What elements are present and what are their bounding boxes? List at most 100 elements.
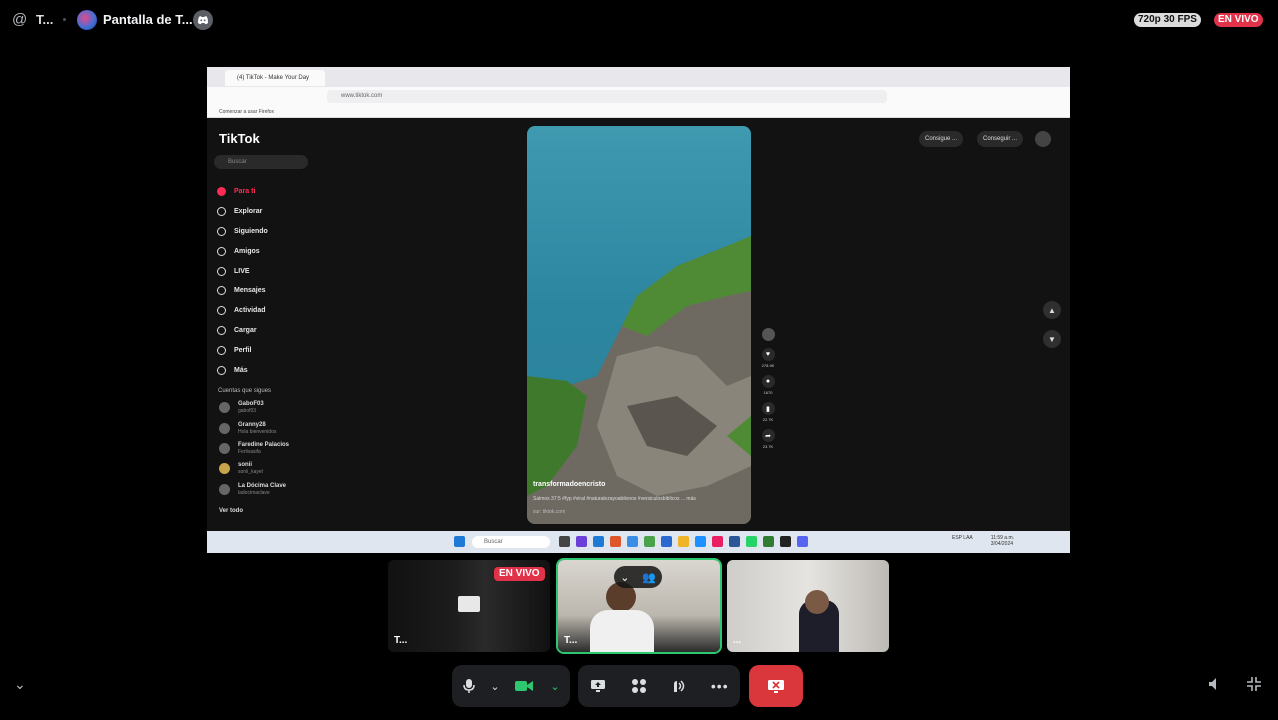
users-icon[interactable]: 👥 <box>642 571 656 584</box>
chevron-up-icon[interactable]: ▲ <box>1043 301 1061 319</box>
get-app-button[interactable]: Conseguir ... <box>977 131 1024 147</box>
browser-tab[interactable]: (4) TikTok - Make Your Day <box>225 70 325 86</box>
account-name: La Dócima Clave <box>238 482 287 489</box>
media-controls: ⌄ ⌄ <box>452 665 570 707</box>
task-view-icon[interactable] <box>559 536 570 547</box>
language-indicator[interactable]: ESP LAA <box>952 535 973 547</box>
video-author[interactable]: transformadoencristo <box>533 481 605 488</box>
nav-item-perfil[interactable]: Perfil <box>217 340 327 360</box>
app-icon[interactable] <box>763 536 774 547</box>
participant-label: T... <box>394 635 408 646</box>
bookmark-button[interactable]: ▮ 22.7K <box>759 402 777 422</box>
taskbar-apps <box>559 536 808 548</box>
nav-label: Amigos <box>234 247 260 255</box>
video-music[interactable]: sur: tiktok.com <box>533 509 565 515</box>
message-icon <box>217 286 226 296</box>
discord-icon[interactable] <box>797 536 808 547</box>
get-coins-button[interactable]: Consigue ... <box>919 131 964 147</box>
activities-icon <box>631 679 646 693</box>
end-stream-button[interactable] <box>749 665 803 707</box>
nav-item-actividad[interactable]: Actividad <box>217 301 327 321</box>
tile-live-badge: EN VIVO <box>494 567 545 581</box>
tiktok-page: TikTok Buscar Para ti Explorar Siguiendo… <box>207 118 1070 531</box>
nav-label: Siguiendo <box>234 227 268 235</box>
chrome-icon[interactable] <box>644 536 655 547</box>
stream-title[interactable]: Pantalla de T... <box>103 12 193 27</box>
browser-tab-strip: (4) TikTok - Make Your Day <box>207 67 1070 87</box>
taskbar-tray: ESP LAA 11:59 a.m. 3/04/2024 <box>952 535 1014 547</box>
separator-dot <box>63 18 66 21</box>
firefox-icon[interactable] <box>610 536 621 547</box>
followed-account[interactable]: La Dócima Clave ladocimaclave <box>219 479 329 499</box>
followed-account[interactable]: GaboF03 gabof03 <box>219 397 329 417</box>
camera-button[interactable] <box>504 668 544 704</box>
taskbar-date[interactable]: 3/04/2024 <box>991 541 1014 547</box>
taskbar-search[interactable]: Buscar <box>472 536 550 548</box>
chevron-down-icon[interactable]: ⌄ <box>620 571 629 584</box>
bookmark-bar[interactable]: Comenzar a usar Firefox <box>207 107 1070 118</box>
following-header: Cuentas que sigues <box>218 388 272 394</box>
participant-tile-camera-2[interactable]: ... <box>727 560 889 652</box>
tiktok-logo[interactable]: TikTok <box>219 131 260 146</box>
video-player[interactable]: transformadoencristo Salmos 37:5 #fyp #v… <box>527 126 751 524</box>
volume-icon[interactable] <box>1207 676 1223 697</box>
video-actions: ♥ 278.9K ● 1670 ▮ 22.7K ➦ 23.7K <box>759 328 777 456</box>
avatar <box>219 462 230 474</box>
avatar <box>219 401 230 413</box>
soundboard-icon <box>674 680 685 692</box>
app-icon[interactable] <box>729 536 740 547</box>
app-icon[interactable] <box>576 536 587 547</box>
comment-icon: ● <box>761 375 775 388</box>
profile-icon <box>217 345 226 355</box>
exit-fullscreen-icon[interactable] <box>1246 676 1262 697</box>
streamer-avatar[interactable] <box>77 10 97 30</box>
chevron-down-icon[interactable]: ▼ <box>1043 330 1061 348</box>
app-icon[interactable] <box>712 536 723 547</box>
nav-item-live[interactable]: LIVE <box>217 261 327 281</box>
nav-item-siguiendo[interactable]: Siguiendo <box>217 222 327 242</box>
share-button[interactable]: ➦ 23.7K <box>759 429 777 449</box>
comment-button[interactable]: ● 1670 <box>759 375 777 395</box>
participant-tile-camera[interactable]: ⌄ 👥 T... <box>556 558 722 654</box>
explorer-icon[interactable] <box>678 536 689 547</box>
like-button[interactable]: ♥ 278.9K <box>759 348 777 368</box>
screen-share-button[interactable] <box>580 668 616 704</box>
mic-button[interactable] <box>452 668 486 704</box>
channel-name[interactable]: T... <box>36 12 53 27</box>
app-icon[interactable] <box>661 536 672 547</box>
windows-start-icon[interactable] <box>454 536 465 547</box>
nav-item-mensajes[interactable]: Mensajes <box>217 281 327 301</box>
edge-icon[interactable] <box>593 536 604 547</box>
creator-avatar[interactable] <box>759 328 777 341</box>
top-bar: @ T... Pantalla de T... 720p 30 FPS EN V… <box>0 0 1278 40</box>
whatsapp-icon[interactable] <box>746 536 757 547</box>
activities-button[interactable] <box>621 668 657 704</box>
mic-options-chevron-icon[interactable]: ⌄ <box>486 668 504 704</box>
account-name: GaboF03 <box>238 400 264 407</box>
app-icon[interactable] <box>627 536 638 547</box>
followed-account[interactable]: Faredine Palacios Ferlivasifa <box>219 438 329 458</box>
more-options-button[interactable]: ••• <box>702 668 738 704</box>
tiktok-search-input[interactable]: Buscar <box>214 155 308 169</box>
nav-item-cargar[interactable]: Cargar <box>217 321 327 341</box>
nav-item-para-ti[interactable]: Para ti <box>217 182 327 202</box>
more-icon <box>217 365 226 375</box>
followed-account[interactable]: Granny28 Hola bienvenidos <box>219 418 329 438</box>
followed-account[interactable]: sonii sonii_kayel <box>219 458 329 478</box>
app-icon[interactable] <box>780 536 791 547</box>
shared-screen[interactable]: (4) TikTok - Make Your Day www.tiktok.co… <box>207 67 1070 553</box>
nav-item-explorar[interactable]: Explorar <box>217 202 327 222</box>
browser-toolbar: www.tiktok.com <box>207 87 1070 107</box>
see-all-link[interactable]: Ver todo <box>219 508 243 514</box>
app-icon[interactable] <box>695 536 706 547</box>
nav-item-amigos[interactable]: Amigos <box>217 241 327 261</box>
soundboard-button[interactable] <box>661 668 697 704</box>
tile-options[interactable]: ⌄ 👥 <box>614 566 662 588</box>
share-icon: ➦ <box>761 429 775 442</box>
camera-options-chevron-icon[interactable]: ⌄ <box>544 668 566 704</box>
nav-item-mas[interactable]: Más <box>217 360 327 380</box>
nav-label: Cargar <box>234 326 257 334</box>
chevron-down-icon[interactable]: ⌄ <box>14 676 26 693</box>
user-avatar[interactable] <box>1035 131 1051 147</box>
url-bar[interactable]: www.tiktok.com <box>327 90 887 103</box>
